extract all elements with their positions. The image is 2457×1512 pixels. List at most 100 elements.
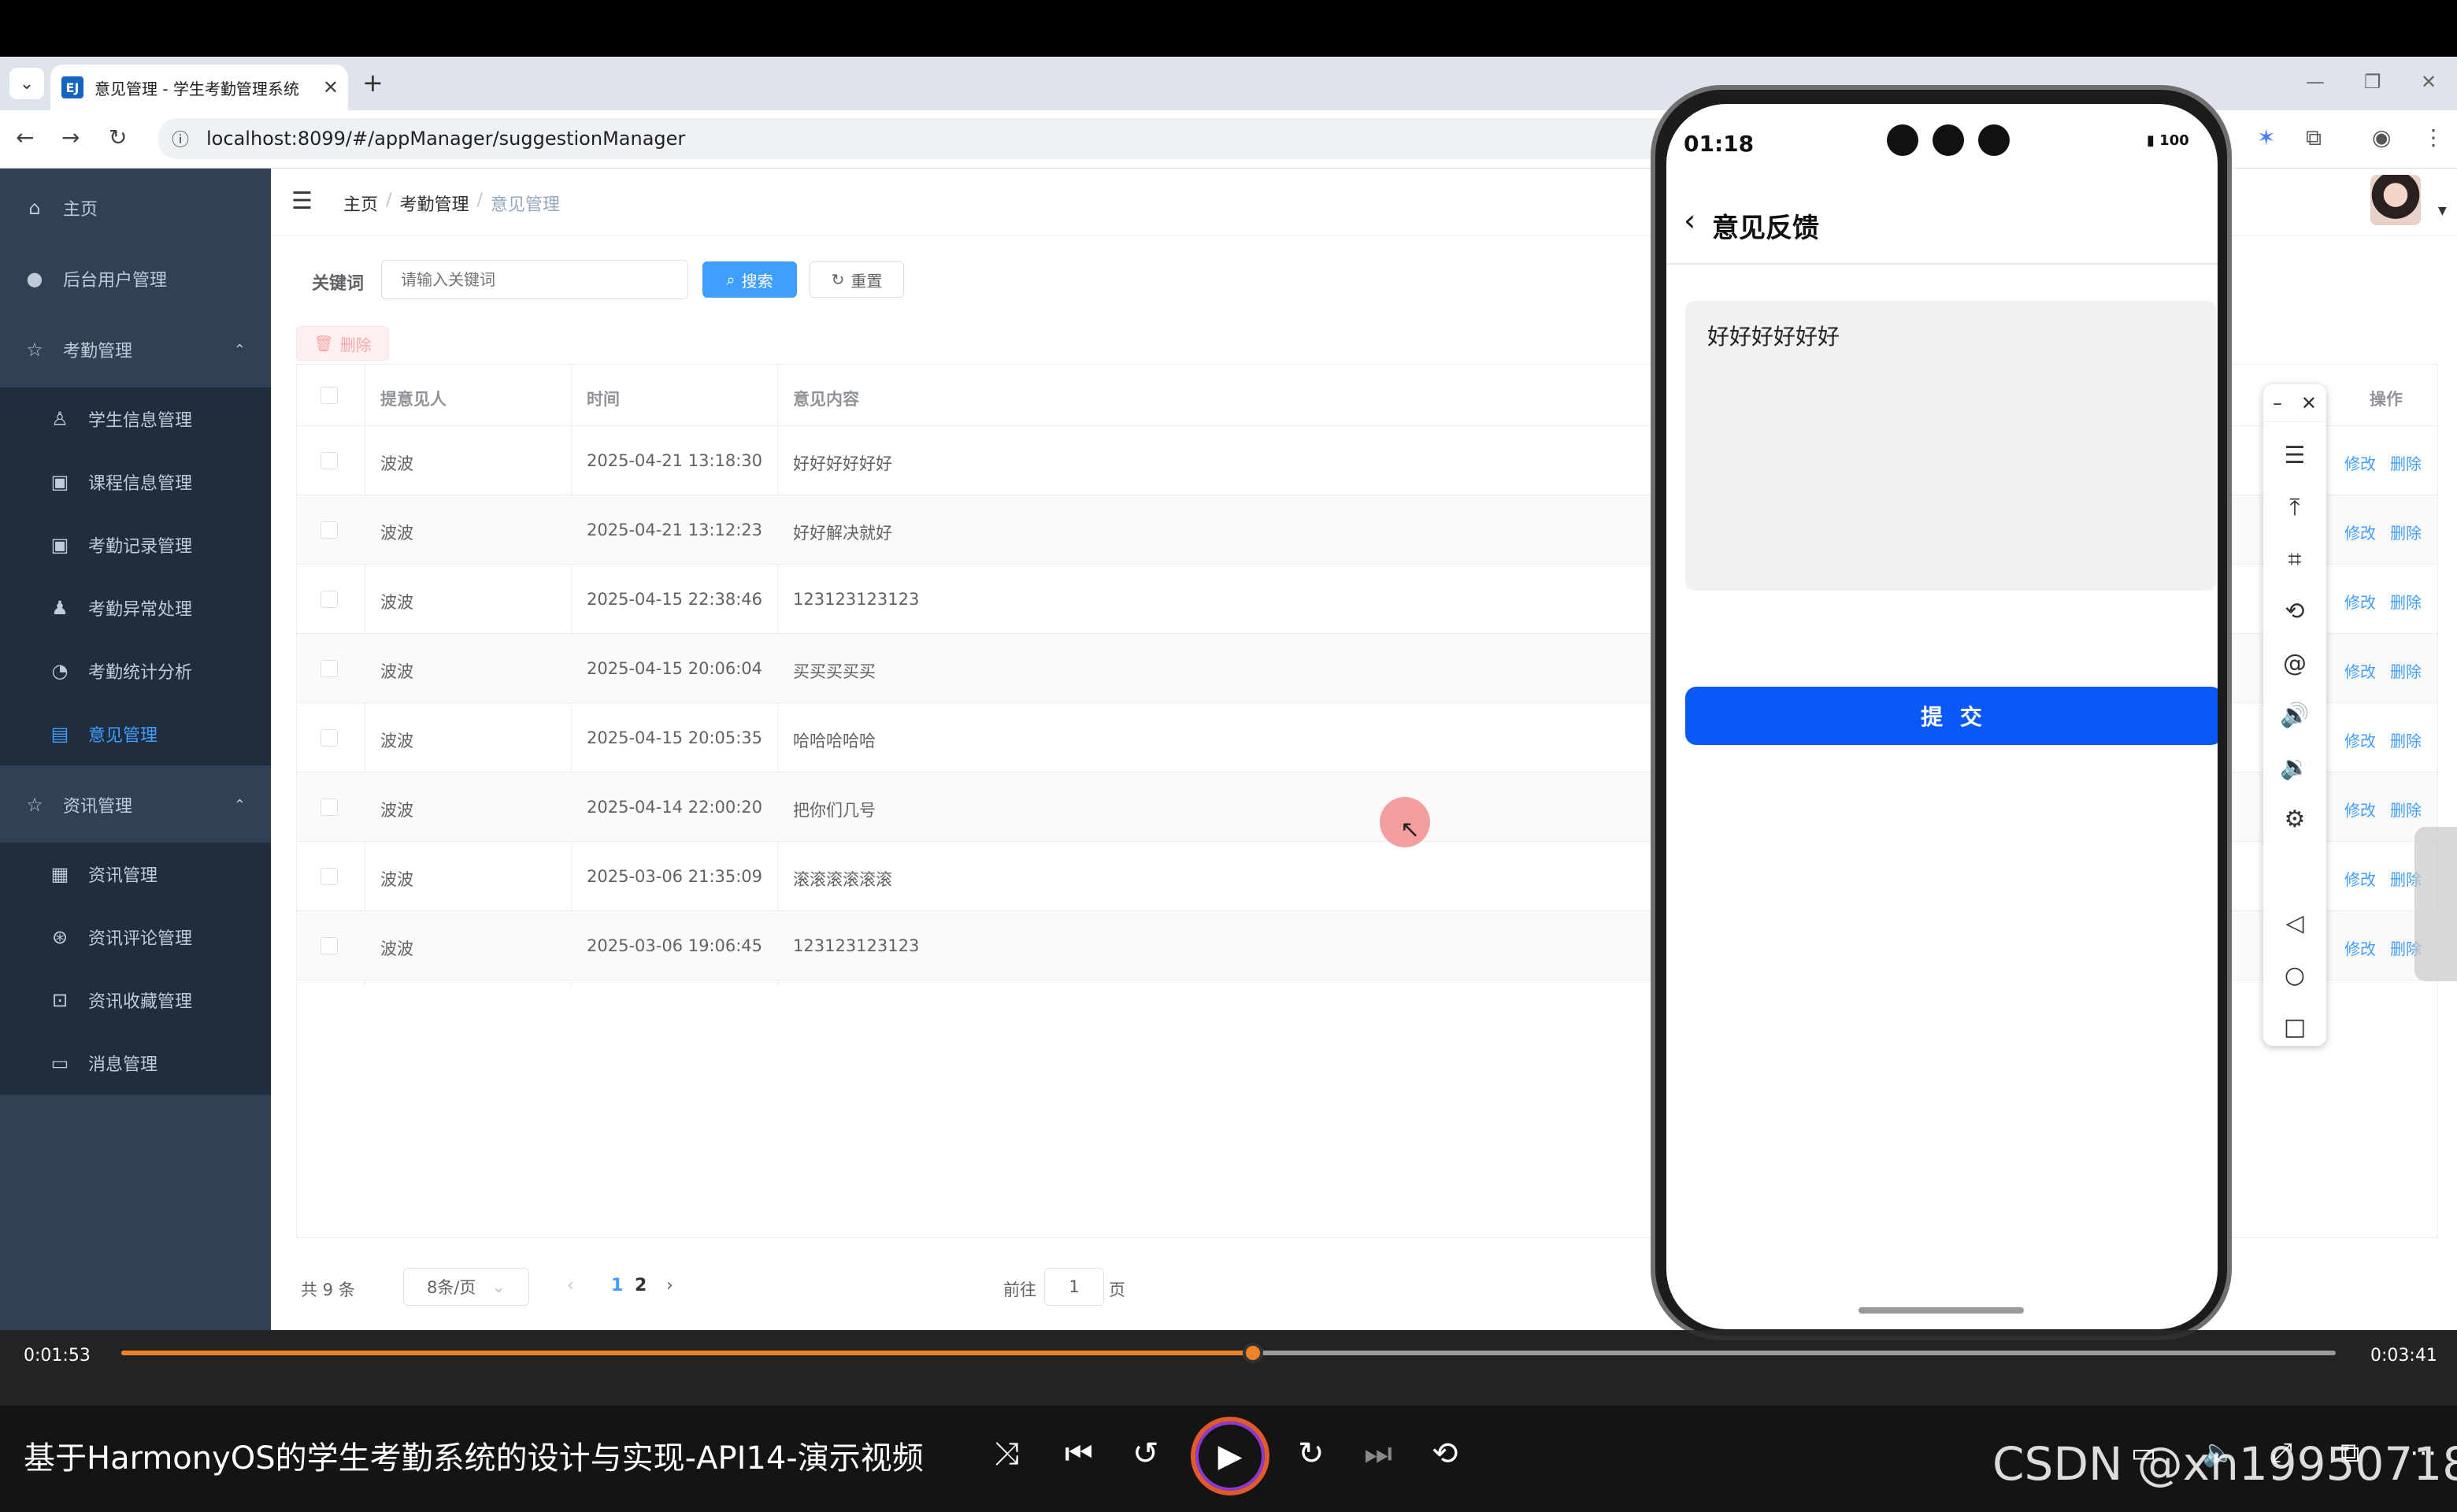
avatar[interactable] — [2370, 175, 2421, 225]
search-button[interactable]: ⌕ 搜索 — [702, 261, 797, 298]
previous-icon[interactable]: ⏮ — [1065, 1436, 1093, 1472]
edit-link[interactable]: 修改 — [2344, 662, 2376, 681]
sidebar-item-news-manage[interactable]: ▦ 资讯管理 — [0, 843, 271, 906]
caret-down-icon[interactable]: ▼ — [2438, 205, 2447, 217]
at-sign-icon[interactable]: @ — [2263, 639, 2326, 687]
window-close-icon[interactable]: ✕ — [2421, 71, 2437, 93]
forward-30-icon[interactable]: ↻ — [1298, 1436, 1325, 1472]
delete-link[interactable]: 删除 — [2390, 593, 2422, 612]
pin-top-icon[interactable]: ⤒ — [2263, 484, 2326, 531]
sidebar-item-admin-users[interactable]: ● 后台用户管理 — [0, 247, 271, 310]
row-checkbox[interactable] — [321, 868, 338, 885]
page-size-select[interactable]: 8条/页 ⌄ — [403, 1268, 529, 1306]
submit-button[interactable]: 提 交 — [1685, 687, 2218, 745]
sidebar-item-news[interactable]: ☆ 资讯管理 ⌃ — [0, 773, 271, 836]
profile-icon[interactable]: ◉ — [2372, 124, 2391, 150]
volume-down-icon[interactable]: 🔉 — [2263, 743, 2326, 791]
delete-link[interactable]: 删除 — [2390, 454, 2422, 473]
site-info-icon[interactable]: ⓘ — [172, 126, 189, 151]
sidebar-item-messages[interactable]: ▭ 消息管理 — [0, 1032, 271, 1095]
breadcrumb-separator: / — [476, 191, 483, 210]
hamburger-icon[interactable]: ☰ — [291, 187, 313, 215]
extensions-puzzle-icon[interactable]: ⧉ — [2306, 124, 2322, 151]
sidebar-item-exceptions[interactable]: ♟ 考勤异常处理 — [0, 576, 271, 639]
progress-track[interactable] — [121, 1343, 2336, 1363]
star-icon: ☆ — [26, 339, 43, 361]
browser-tab[interactable]: EJ 意见管理 - 学生考勤管理系统 ✕ — [50, 65, 348, 110]
page-number[interactable]: 2 — [635, 1276, 647, 1295]
select-all-checkbox[interactable] — [321, 387, 338, 404]
minimize-icon[interactable]: – — [2273, 392, 2282, 414]
next-icon[interactable]: ⏭ — [1364, 1436, 1392, 1472]
delete-link[interactable]: 删除 — [2390, 524, 2422, 543]
shuffle-icon[interactable]: ⤨ — [994, 1436, 1019, 1472]
volume-up-icon[interactable]: 🔊 — [2263, 691, 2326, 739]
progress-knob[interactable] — [1242, 1343, 1263, 1363]
favicon-icon: EJ — [61, 76, 83, 98]
back-icon[interactable]: ← — [16, 124, 34, 150]
batch-delete-button[interactable]: 🗑 删除 — [296, 326, 389, 361]
play-button[interactable]: ▶ — [1191, 1417, 1269, 1495]
reset-button[interactable]: ↻ 重置 — [810, 261, 904, 298]
menu-icon[interactable]: ☰ — [2263, 432, 2326, 479]
forward-icon[interactable]: → — [61, 124, 80, 150]
breadcrumb-item[interactable]: 主页 — [343, 191, 378, 216]
tab-search-dropdown[interactable]: ⌄ — [9, 68, 44, 99]
edit-link[interactable]: 修改 — [2344, 801, 2376, 820]
row-checkbox[interactable] — [321, 452, 338, 469]
watermark: CSDN @xn19950718 — [1992, 1437, 2457, 1491]
edit-link[interactable]: 修改 — [2344, 593, 2376, 612]
minimize-icon[interactable]: — — [2306, 71, 2325, 93]
extension-icon[interactable]: ✶ — [2257, 124, 2275, 150]
browser-menu-icon[interactable]: ⋮ — [2422, 124, 2444, 150]
row-actions: 修改 删除 — [2344, 936, 2422, 959]
close-icon[interactable]: ✕ — [2301, 392, 2317, 414]
edit-link[interactable]: 修改 — [2344, 939, 2376, 958]
rewind-icon[interactable]: ↺ — [1132, 1436, 1159, 1472]
delete-link[interactable]: 删除 — [2390, 662, 2422, 681]
row-checkbox[interactable] — [321, 729, 338, 747]
feedback-textarea[interactable]: 好好好好好好 — [1685, 301, 2216, 591]
sidebar-item-records[interactable]: ▣ 考勤记录管理 — [0, 513, 271, 576]
nav-home-icon[interactable]: ○ — [2263, 951, 2326, 999]
breadcrumb-item[interactable]: 考勤管理 — [399, 191, 469, 216]
edit-link[interactable]: 修改 — [2344, 870, 2376, 889]
goto-page-input[interactable]: 1 — [1044, 1268, 1104, 1306]
rotate-icon[interactable]: ⟲ — [2263, 587, 2326, 635]
sidebar-item-home[interactable]: ⌂ 主页 — [0, 176, 271, 239]
crop-icon[interactable]: ⌗ — [2263, 536, 2326, 583]
row-checkbox[interactable] — [321, 591, 338, 608]
performance-widget[interactable] — [2414, 827, 2457, 981]
sidebar-item-news-favorites[interactable]: ⊡ 资讯收藏管理 — [0, 969, 271, 1032]
row-checkbox[interactable] — [321, 937, 338, 954]
sidebar-item-news-comments[interactable]: ⊛ 资讯评论管理 — [0, 906, 271, 969]
restore-icon[interactable]: ❐ — [2364, 71, 2381, 93]
user-alert-icon: ♟ — [51, 597, 69, 619]
sidebar-item-courses[interactable]: ▣ 课程信息管理 — [0, 450, 271, 513]
url-field[interactable]: ⓘ localhost:8099/#/appManager/suggestion… — [158, 118, 1732, 159]
delete-link[interactable]: 删除 — [2390, 732, 2422, 750]
back-chevron-icon[interactable]: ‹ — [1684, 203, 1695, 238]
tab-close-icon[interactable]: ✕ — [323, 76, 339, 98]
repeat-icon[interactable]: ⟲ — [1432, 1436, 1458, 1472]
reload-icon[interactable]: ↻ — [109, 124, 127, 150]
nav-recent-icon[interactable]: □ — [2263, 1003, 2326, 1051]
next-page-icon[interactable]: › — [666, 1276, 673, 1295]
sidebar-item-suggestions[interactable]: ▤ 意见管理 — [0, 702, 271, 765]
row-checkbox[interactable] — [321, 799, 338, 816]
delete-link[interactable]: 删除 — [2390, 801, 2422, 820]
sidebar-item-students[interactable]: ♙ 学生信息管理 — [0, 387, 271, 450]
prev-page-icon[interactable]: ‹ — [567, 1276, 574, 1295]
sidebar-item-attendance[interactable]: ☆ 考勤管理 ⌃ — [0, 318, 271, 381]
keyword-input[interactable] — [381, 260, 688, 299]
sidebar-item-statistics[interactable]: ◔ 考勤统计分析 — [0, 639, 271, 702]
edit-link[interactable]: 修改 — [2344, 732, 2376, 750]
edit-link[interactable]: 修改 — [2344, 454, 2376, 473]
nav-back-icon[interactable]: ◁ — [2263, 899, 2326, 947]
row-checkbox[interactable] — [321, 660, 338, 677]
edit-link[interactable]: 修改 — [2344, 524, 2376, 543]
settings-icon[interactable]: ⚙ — [2263, 795, 2326, 843]
new-tab-button[interactable]: + — [362, 68, 384, 98]
row-checkbox[interactable] — [321, 521, 338, 539]
page-number[interactable]: 1 — [611, 1276, 623, 1295]
